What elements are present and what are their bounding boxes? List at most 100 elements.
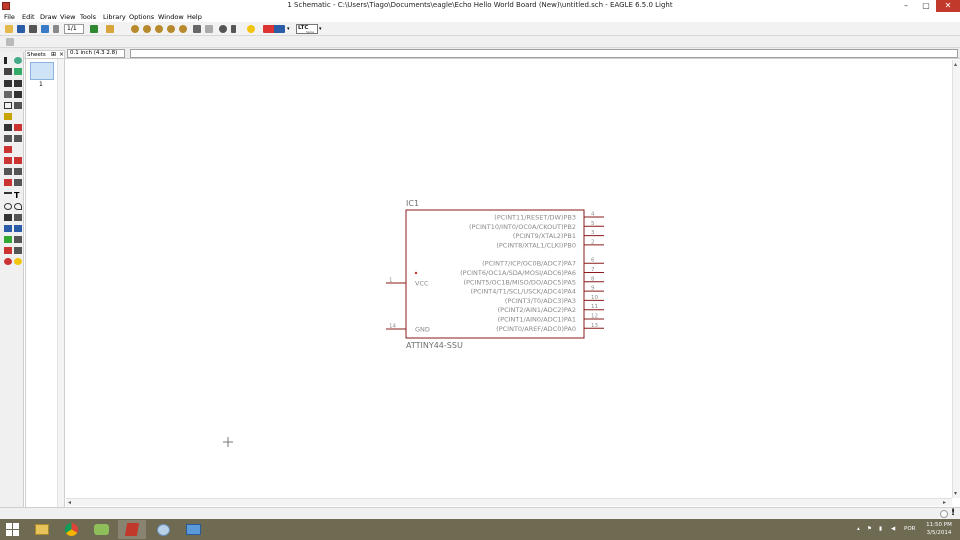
scroll-up-icon[interactable]: ▴ (954, 61, 957, 68)
menu-view[interactable]: View (60, 13, 75, 21)
zoom-in-icon[interactable] (143, 25, 151, 33)
zoom-redraw-icon[interactable] (167, 25, 175, 33)
pinswap-icon[interactable] (4, 135, 12, 142)
help-icon[interactable] (247, 25, 255, 33)
mark-icon[interactable] (14, 68, 22, 75)
rect-icon[interactable] (4, 214, 12, 221)
print-icon[interactable] (29, 25, 37, 33)
tray-chevron-icon[interactable]: ▴ (857, 526, 860, 532)
delete-icon[interactable] (4, 124, 12, 131)
schematic-canvas[interactable]: IC1 ATTINY44-SSU 1 VCC 14 GND 4 (PCINT11/RES… (66, 60, 952, 498)
scroll-right-icon[interactable]: ▸ (943, 499, 946, 506)
name-icon[interactable] (4, 157, 12, 164)
tray-volume-icon[interactable]: ◀ (891, 526, 895, 532)
ltspice-button[interactable]: LTC Spice (296, 24, 318, 34)
change-icon[interactable] (14, 102, 22, 109)
bus-icon[interactable] (4, 225, 12, 232)
dropdown-chevron-icon[interactable]: ▾ (287, 25, 292, 33)
attribute-icon[interactable] (4, 247, 12, 254)
part-name-label: IC1 (406, 199, 419, 208)
polygon-icon[interactable] (14, 214, 22, 221)
canvas-horizontal-scrollbar[interactable]: ◂ ▸ (66, 498, 952, 506)
command-input[interactable] (130, 49, 958, 58)
label-icon[interactable] (14, 236, 22, 243)
miter-icon[interactable] (4, 179, 12, 186)
replace-icon[interactable] (4, 146, 12, 153)
undo-icon[interactable] (193, 25, 201, 33)
open-icon[interactable] (5, 25, 13, 33)
maximize-button[interactable]: ▢ (916, 0, 936, 12)
go-icon[interactable] (231, 25, 236, 33)
display-icon[interactable] (4, 68, 12, 75)
net-icon[interactable] (14, 225, 22, 232)
dimension-icon[interactable] (14, 247, 22, 254)
erc-icon[interactable] (4, 258, 12, 265)
menu-file[interactable]: File (4, 13, 15, 21)
grid-icon[interactable] (6, 38, 14, 46)
scroll-down-icon[interactable]: ▾ (954, 490, 957, 497)
zoom-select-icon[interactable] (179, 25, 187, 33)
taskbar-store[interactable] (88, 520, 116, 539)
junction-icon[interactable] (4, 236, 12, 243)
tray-language[interactable]: POR (904, 526, 915, 532)
menu-edit[interactable]: Edit (22, 13, 35, 21)
value-icon[interactable] (14, 157, 22, 164)
canvas-vertical-scrollbar[interactable]: ▴ ▾ (952, 60, 960, 498)
smash-icon[interactable] (4, 168, 12, 175)
info-icon[interactable] (4, 57, 7, 64)
menu-help[interactable]: Help (187, 13, 202, 21)
dropdown-chevron-icon[interactable]: ▾ (319, 25, 324, 33)
taskbar-clock[interactable]: 11:50 PM 3/5/2014 (921, 521, 957, 537)
menu-tools[interactable]: Tools (80, 13, 96, 21)
pin-icon[interactable]: ⊞ (51, 51, 56, 59)
scroll-left-icon[interactable]: ◂ (68, 499, 71, 506)
rotate-icon[interactable] (14, 91, 22, 98)
taskbar-eagle[interactable] (118, 520, 146, 539)
cam-icon[interactable] (41, 25, 49, 33)
design-link-icon[interactable] (263, 25, 285, 33)
circle-icon[interactable] (4, 203, 12, 210)
wire-icon[interactable] (4, 192, 12, 194)
close-button[interactable]: ✕ (936, 0, 960, 12)
taskbar-file-explorer[interactable] (28, 520, 56, 539)
zoom-fit-icon[interactable] (131, 25, 139, 33)
zoom-out-icon[interactable] (155, 25, 163, 33)
menu-options[interactable]: Options (129, 13, 154, 21)
paste-icon[interactable] (4, 113, 12, 120)
menu-window[interactable]: Window (158, 13, 184, 21)
move-icon[interactable] (4, 80, 12, 87)
copy-icon[interactable] (14, 80, 22, 87)
invoke-icon[interactable] (14, 179, 22, 186)
minimize-button[interactable]: – (896, 0, 916, 12)
sheet-select[interactable]: 1/1 (64, 24, 84, 34)
taskbar-window[interactable] (180, 520, 208, 539)
lock-icon[interactable] (53, 25, 59, 33)
save-icon[interactable] (17, 25, 25, 33)
taskbar-tool[interactable] (150, 520, 178, 539)
sheets-scrollbar[interactable] (57, 59, 64, 507)
tray-network-icon[interactable]: ▮ (879, 526, 882, 532)
split-icon[interactable] (14, 168, 22, 175)
show-icon[interactable] (14, 57, 22, 64)
menu-library[interactable]: Library (103, 13, 126, 21)
chrome-icon (65, 523, 78, 536)
sheet-thumbnail[interactable] (30, 62, 54, 80)
use-library-icon[interactable] (106, 25, 114, 33)
start-button[interactable] (6, 523, 19, 536)
status-stop-icon[interactable] (940, 510, 948, 518)
add-icon[interactable] (14, 124, 22, 131)
board-icon[interactable] (90, 25, 98, 33)
arc-icon[interactable] (14, 203, 22, 210)
close-panel-icon[interactable]: × (59, 51, 64, 59)
mirror-icon[interactable] (4, 91, 12, 98)
redo-icon[interactable] (205, 25, 213, 33)
taskbar-chrome[interactable] (58, 520, 86, 539)
status-bar: ! (0, 507, 960, 519)
stop-icon[interactable] (219, 25, 227, 33)
menu-draw[interactable]: Draw (40, 13, 57, 21)
gateswap-icon[interactable] (14, 135, 22, 142)
errors-icon[interactable] (14, 258, 22, 265)
group-icon[interactable] (4, 102, 12, 109)
text-icon[interactable]: T (14, 192, 22, 200)
tray-flag-icon[interactable]: ⚑ (867, 526, 872, 532)
